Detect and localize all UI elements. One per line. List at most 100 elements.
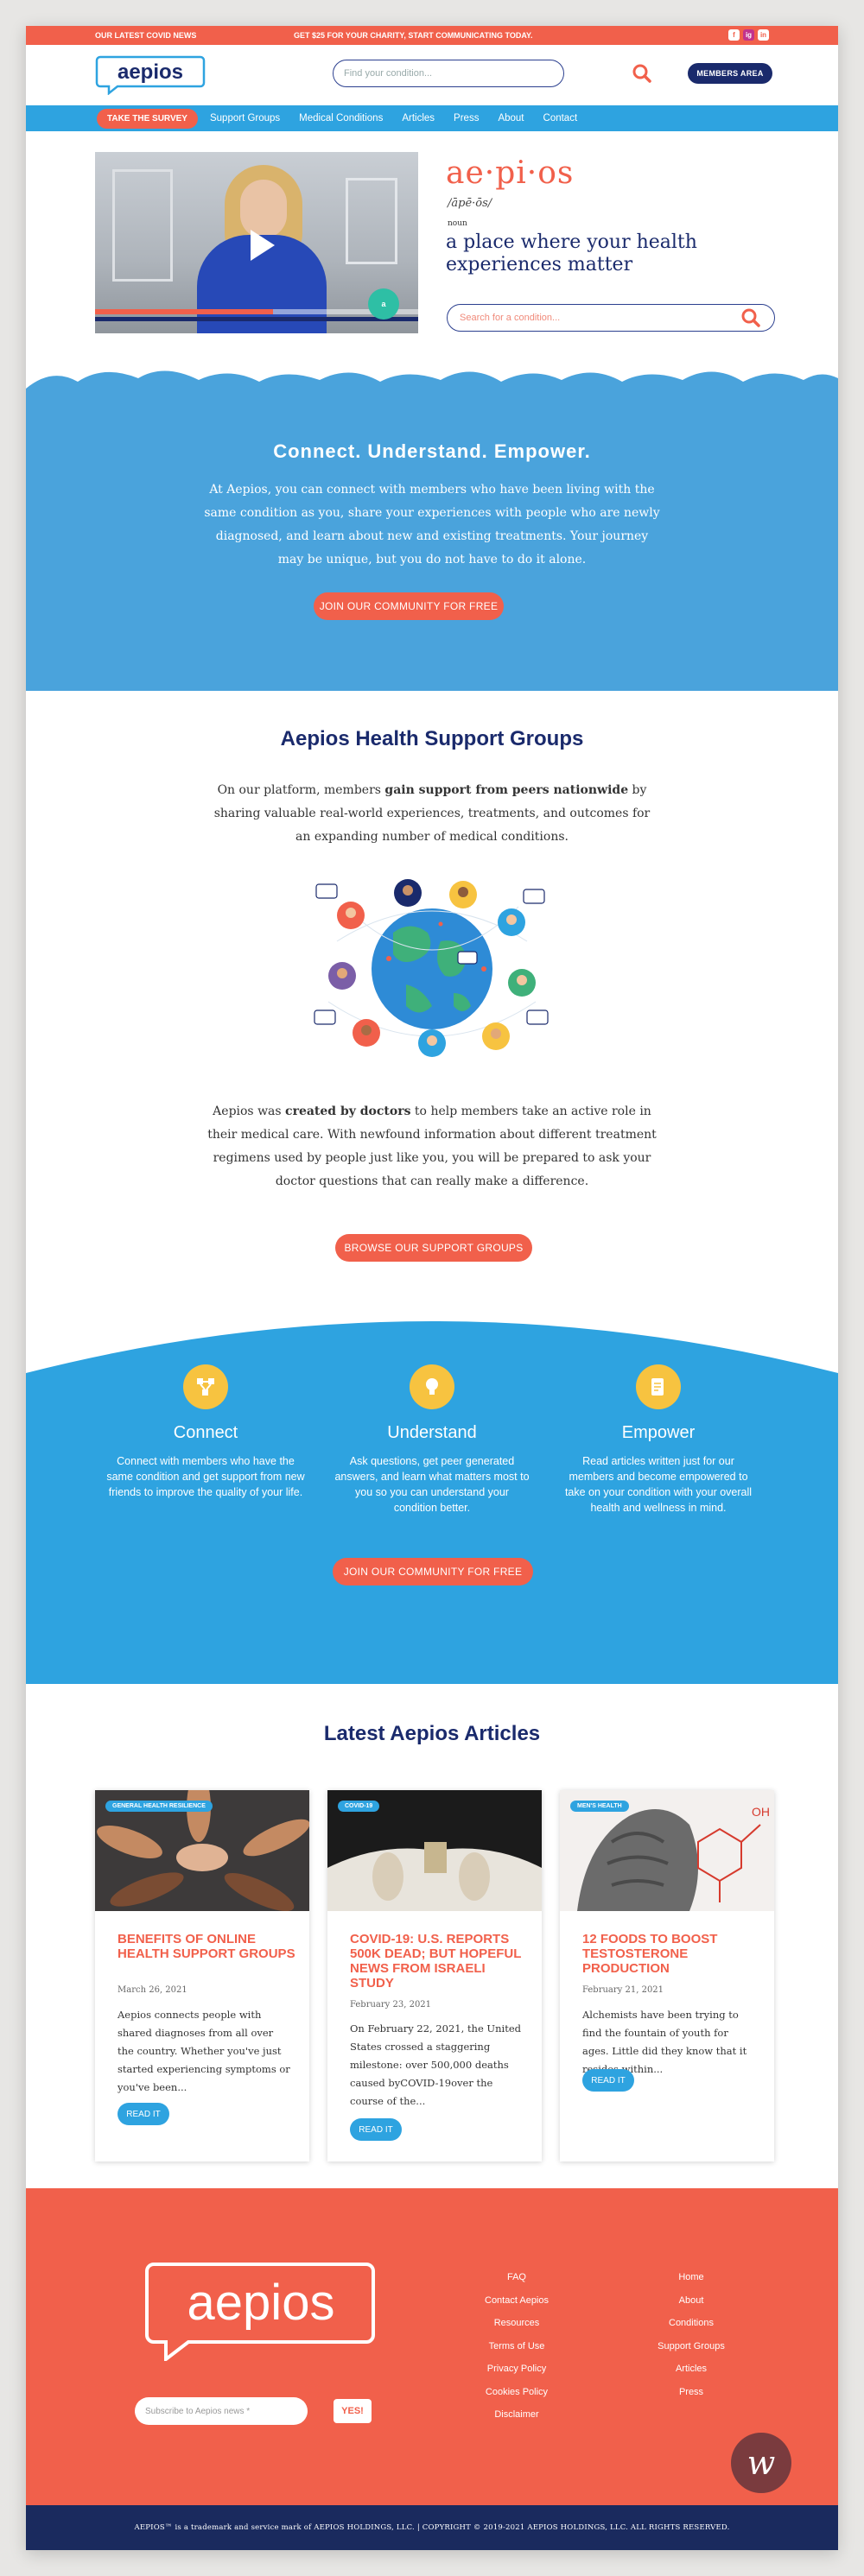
part-of-speech: noun	[448, 219, 467, 228]
support-groups-heading: Aepios Health Support Groups	[280, 727, 584, 750]
nav-contact[interactable]: Contact	[543, 113, 578, 123]
article-excerpt: Aepios connects people with shared diagn…	[118, 2009, 290, 2093]
feature-title: Understand	[387, 1423, 477, 1442]
facebook-icon[interactable]: f	[728, 29, 740, 41]
definition-text: a place where your health experiences ma…	[446, 231, 697, 275]
feature-text: Connect with members who have the same c…	[106, 1455, 305, 1498]
take-survey-button[interactable]: TAKE THE SURVEY	[97, 108, 198, 129]
footer-link-support-groups[interactable]: Support Groups	[658, 2335, 725, 2358]
cloud-divider	[26, 363, 838, 415]
feature-empower: Empower Read articles written just for o…	[559, 1364, 758, 1516]
video-bottom-bar	[95, 317, 418, 321]
connect-body: At Aepios, you can connect with members …	[204, 483, 660, 566]
dictionary-word: ae·pi·os	[446, 155, 575, 191]
linkedin-icon[interactable]: in	[758, 29, 769, 41]
nav-medical-conditions[interactable]: Medical Conditions	[299, 113, 383, 123]
article-title[interactable]: COVID-19: U.S. Reports 500K Dead; But Ho…	[350, 1932, 531, 1991]
article-card[interactable]: OH MEN'S HEALTH 12 Foods to Boost Testos…	[560, 1790, 774, 2161]
article-excerpt: Alchemists have been trying to find the …	[582, 2009, 747, 2075]
article-tag[interactable]: GENERAL HEALTH RESILIENCE	[105, 1801, 213, 1812]
read-it-button[interactable]: READ IT	[582, 2069, 634, 2092]
connect-heading: Connect. Understand. Empower.	[273, 440, 591, 462]
play-icon[interactable]	[233, 219, 285, 271]
article-title[interactable]: 12 Foods to Boost Testosterone Productio…	[582, 1932, 764, 1976]
nav-press[interactable]: Press	[454, 113, 479, 123]
feature-connect: Connect Connect with members who have th…	[106, 1364, 305, 1500]
join-community-button-2[interactable]: JOIN OUR COMMUNITY FOR FREE	[333, 1558, 533, 1585]
charity-promo-link[interactable]: GET $25 FOR YOUR CHARITY, START COMMUNIC…	[294, 31, 533, 40]
feature-title: Connect	[173, 1423, 238, 1442]
article-date: February 23, 2021	[350, 2000, 432, 2010]
footer-link-faq[interactable]: FAQ	[507, 2266, 526, 2289]
footer-link-conditions[interactable]: Conditions	[669, 2312, 714, 2335]
newsletter-email-input[interactable]	[135, 2397, 308, 2425]
nav-about[interactable]: About	[498, 113, 524, 123]
hero-video-player[interactable]: a	[95, 152, 418, 333]
read-it-button[interactable]: READ IT	[350, 2118, 402, 2141]
footer-link-terms[interactable]: Terms of Use	[489, 2335, 545, 2358]
footer-links-col-2: Home About Conditions Support Groups Art…	[648, 2266, 734, 2403]
article-image: COVID-19	[327, 1790, 542, 1911]
instagram-icon[interactable]: ig	[743, 29, 754, 41]
aepios-logo[interactable]: aepios	[93, 52, 207, 95]
covid-news-link[interactable]: OUR LATEST COVID NEWS	[95, 31, 196, 40]
features-section: Connect Connect with members who have th…	[26, 1304, 838, 1684]
nav-support-groups[interactable]: Support Groups	[210, 113, 280, 123]
copyright-text: AEPIOS™ is a trademark and service mark …	[134, 2523, 730, 2532]
article-title[interactable]: Benefits of Online Health Support Groups	[118, 1932, 299, 1961]
doctors-bold-text: created by doctors	[285, 1104, 411, 1118]
nav-articles[interactable]: Articles	[402, 113, 435, 123]
hero-condition-search-input[interactable]	[447, 304, 775, 332]
intro-bold-text: gain support from peers nationwide	[384, 783, 629, 797]
video-progress-fill	[95, 309, 273, 314]
network-icon	[183, 1364, 228, 1409]
video-logo-badge: a	[368, 288, 399, 320]
browse-support-groups-button[interactable]: BROWSE OUR SUPPORT GROUPS	[335, 1234, 532, 1262]
search-icon[interactable]	[631, 62, 653, 85]
copyright-bar: AEPIOS™ is a trademark and service mark …	[26, 2505, 838, 2550]
intro-text: On our platform, members	[217, 783, 385, 797]
phonetic-spelling: /āpē·ōs/	[448, 197, 492, 210]
article-card[interactable]: COVID-19 COVID-19: U.S. Reports 500K Dea…	[327, 1790, 542, 2161]
read-it-button[interactable]: READ IT	[118, 2103, 169, 2125]
lightbulb-icon	[410, 1364, 454, 1409]
article-image: GENERAL HEALTH RESILIENCE	[95, 1790, 309, 1911]
footer-logo[interactable]: aepios	[143, 2257, 377, 2361]
site-header: aepios MEMBERS AREA	[26, 45, 838, 105]
article-date: March 26, 2021	[118, 1985, 187, 1995]
search-icon[interactable]	[740, 307, 762, 329]
doctors-text: Aepios was	[213, 1104, 286, 1118]
condition-search-input[interactable]	[333, 60, 564, 87]
connect-section: Connect. Understand. Empower. At Aepios,…	[26, 363, 838, 691]
article-tag[interactable]: MEN'S HEALTH	[570, 1801, 629, 1812]
document-icon	[636, 1364, 681, 1409]
members-area-button[interactable]: MEMBERS AREA	[688, 63, 772, 84]
footer-link-contact[interactable]: Contact Aepios	[485, 2289, 549, 2313]
footer-link-privacy[interactable]: Privacy Policy	[487, 2358, 546, 2381]
footer-link-press[interactable]: Press	[679, 2381, 703, 2404]
feature-text: Read articles written just for our membe…	[564, 1455, 753, 1514]
article-image: OH MEN'S HEALTH	[560, 1790, 774, 1911]
subscribe-yes-button[interactable]: YES!	[334, 2399, 372, 2423]
top-announcement-bar: OUR LATEST COVID NEWS GET $25 FOR YOUR C…	[26, 26, 838, 45]
globe-community-illustration	[314, 879, 549, 1057]
feature-understand: Understand Ask questions, get peer gener…	[333, 1364, 531, 1516]
article-tag[interactable]: COVID-19	[338, 1801, 380, 1812]
join-community-button[interactable]: JOIN OUR COMMUNITY FOR FREE	[314, 592, 504, 620]
article-date: February 21, 2021	[582, 1985, 664, 1995]
feature-title: Empower	[621, 1423, 696, 1442]
feature-text: Ask questions, get peer generated answer…	[334, 1455, 530, 1514]
site-footer: aepios YES! FAQ Contact Aepios Resources…	[26, 2188, 838, 2505]
footer-link-disclaimer[interactable]: Disclaimer	[494, 2403, 538, 2427]
footer-link-about[interactable]: About	[679, 2289, 704, 2313]
footer-link-cookies[interactable]: Cookies Policy	[486, 2381, 548, 2404]
article-card[interactable]: GENERAL HEALTH RESILIENCE Benefits of On…	[95, 1790, 309, 2161]
chat-widget-icon[interactable]: w	[731, 2433, 791, 2493]
footer-link-articles[interactable]: Articles	[676, 2358, 707, 2381]
footer-link-resources[interactable]: Resources	[494, 2312, 540, 2335]
video-shelf	[346, 178, 397, 264]
footer-logo-text: aepios	[187, 2275, 335, 2331]
footer-link-home[interactable]: Home	[678, 2266, 703, 2289]
logo-text: aepios	[118, 60, 183, 84]
article-excerpt: On February 22, 2021, the United States …	[350, 2022, 521, 2107]
